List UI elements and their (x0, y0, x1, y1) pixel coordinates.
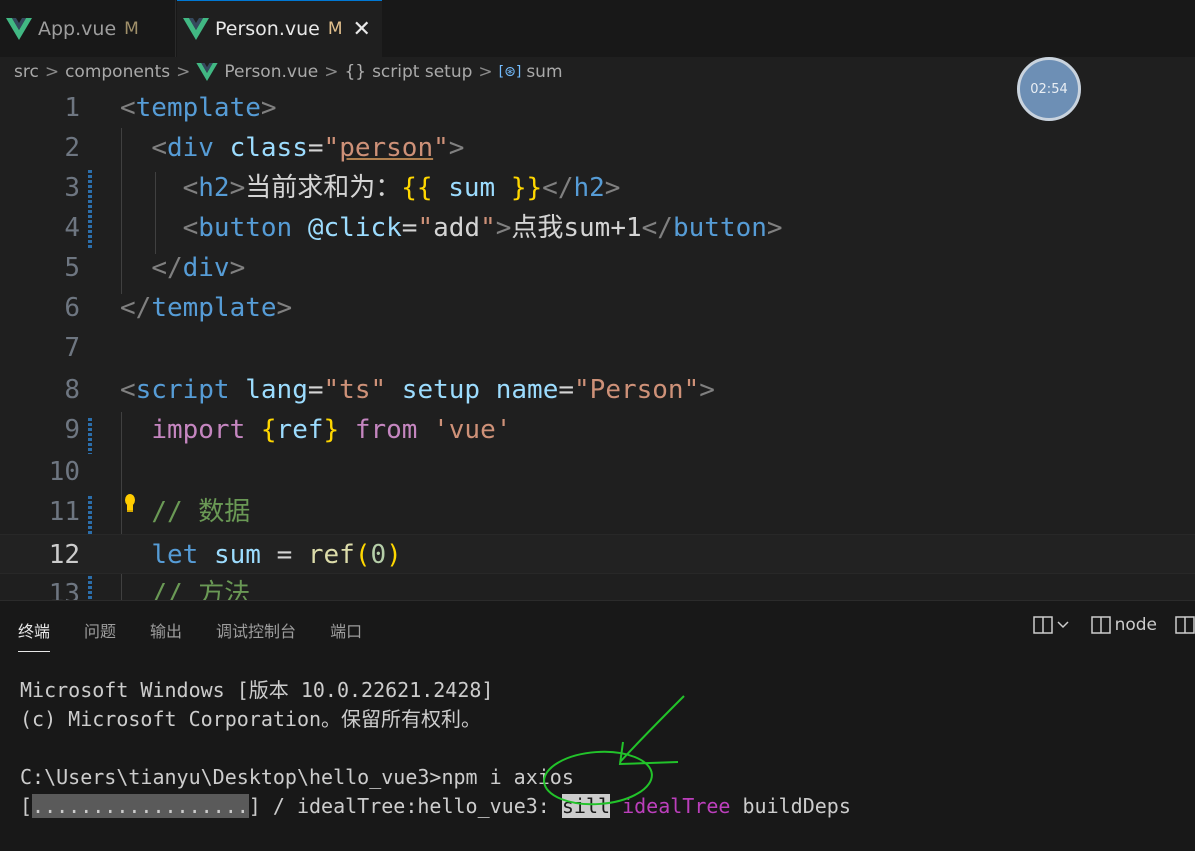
panel-actions: node (1032, 615, 1195, 635)
editor-tab-bar: App.vue M Person.vue M ✕ (0, 0, 1195, 57)
tab-label: App.vue (38, 17, 117, 40)
split-terminal-icon[interactable] (1175, 616, 1195, 634)
terminal-command: npm i axios (441, 765, 574, 789)
code-line-current: 12 let sum = ref(0) (0, 534, 1195, 574)
breadcrumb-script-setup[interactable]: script setup (372, 62, 472, 82)
breadcrumb-src[interactable]: src (14, 62, 39, 82)
code-line: 13 // 方法 (48, 579, 251, 600)
modified-badge: M (124, 18, 139, 39)
terminal-shell-name[interactable]: node (1115, 615, 1157, 635)
tab-person-vue[interactable]: Person.vue M ✕ (177, 0, 382, 57)
tab-ports[interactable]: 端口 (330, 618, 362, 642)
code-line: 1 <template> (64, 93, 277, 123)
modified-badge: M (327, 19, 343, 39)
lightbulb-icon[interactable] (124, 494, 136, 514)
breadcrumb-file[interactable]: Person.vue (224, 62, 318, 82)
log-level: sill (561, 794, 611, 818)
panel-tab-bar: 终端 问题 输出 调试控制台 端口 (0, 601, 396, 659)
log-stage: idealTree (622, 794, 731, 818)
log-step: buildDeps (742, 794, 851, 818)
code-line: 5 </div> (64, 253, 246, 283)
chevron-right-icon: > (478, 62, 493, 82)
tab-output[interactable]: 输出 (150, 618, 182, 642)
chevron-down-icon[interactable] (1057, 620, 1069, 630)
chevron-right-icon: > (44, 62, 60, 82)
vue-icon (6, 17, 32, 40)
tab-app-vue[interactable]: App.vue M (0, 0, 176, 57)
code-line: 3 <h2>当前求和为：{{ sum }}</h2> (64, 173, 621, 203)
chevron-right-icon: > (324, 62, 339, 82)
terminal-line: Microsoft Windows [版本 10.0.22621.2428] (20, 678, 494, 702)
code-editor[interactable]: 1 <template> 2 <div class="person"> 3 <h2… (0, 88, 1195, 600)
vue-icon (183, 18, 209, 40)
variable-icon: [⊛] (498, 64, 522, 80)
code-line: 8 <script lang="ts" setup name="Person"> (64, 375, 715, 405)
chevron-right-icon: > (176, 62, 191, 82)
terminal-prompt: C:\Users\tianyu\Desktop\hello_vue3> (20, 765, 442, 789)
tab-problems[interactable]: 问题 (84, 618, 116, 642)
split-layout-icon[interactable] (1032, 616, 1053, 634)
code-line: 7 (64, 333, 80, 363)
code-line: 2 <div class="person"> (64, 133, 465, 163)
braces-icon: {} (344, 62, 367, 82)
terminal-output[interactable]: Microsoft Windows [版本 10.0.22621.2428] (… (20, 676, 851, 821)
tab-label: Person.vue (215, 18, 320, 40)
code-line: 4 <button @click="add">点我sum+1</button> (64, 213, 783, 243)
close-icon[interactable]: ✕ (353, 17, 371, 42)
progress-bar: .................. (32, 794, 249, 818)
tab-debug-console[interactable]: 调试控制台 (216, 618, 296, 642)
terminal-layout-icon (1090, 616, 1111, 634)
bottom-panel: 终端 问题 输出 调试控制台 端口 node Microsoft Windows… (0, 600, 1195, 851)
breadcrumb: src > components > Person.vue > {} scrip… (0, 57, 1195, 87)
breadcrumb-components[interactable]: components (65, 62, 170, 82)
code-line: 10 (48, 457, 80, 487)
breadcrumb-sum[interactable]: sum (526, 62, 562, 82)
code-line: 9 import {ref} from 'vue' (64, 415, 512, 445)
terminal-line: (c) Microsoft Corporation。保留所有权利。 (20, 707, 482, 731)
vue-icon (196, 63, 218, 81)
tab-terminal[interactable]: 终端 (18, 618, 51, 652)
code-line: 6 </template> (64, 293, 293, 323)
code-line: 11 // 数据 (48, 497, 251, 527)
